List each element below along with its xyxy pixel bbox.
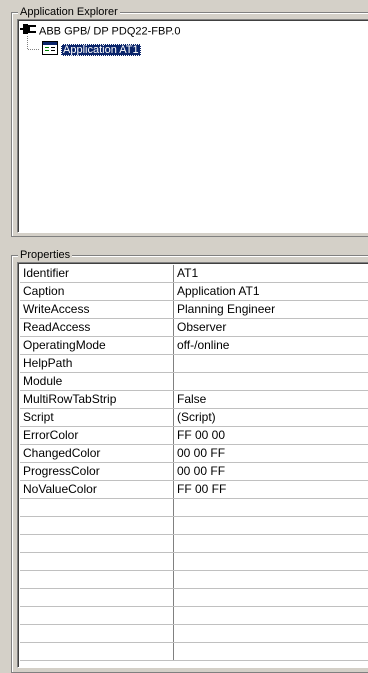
property-value[interactable]: (Script) [173,408,368,427]
property-name: Script [20,408,174,427]
property-value[interactable]: Application AT1 [173,282,368,301]
property-name [20,534,174,553]
property-value[interactable] [173,372,368,391]
property-value[interactable]: FF 00 FF [173,480,368,499]
property-name: ChangedColor [20,444,174,463]
plug-device-icon [20,23,36,40]
property-row[interactable]: ChangedColor 00 00 FF [20,444,368,463]
application-window-icon [42,41,58,60]
properties-table: Identifier AT1 Caption Application AT1 Write… [20,265,368,661]
property-name: ErrorColor [20,426,174,445]
property-name: NoValueColor [20,480,174,499]
properties-title: Properties [18,249,73,262]
property-value[interactable]: 00 00 FF [173,462,368,481]
property-name: Module [20,372,174,391]
property-row-empty[interactable] [20,624,368,643]
property-row[interactable]: HelpPath [20,354,368,373]
application-explorer-group: Application Explorer ABB GPB/ DP PDQ22-F… [11,6,368,237]
properties-grid[interactable]: Identifier AT1 Caption Application AT1 Write… [17,262,368,668]
property-row[interactable]: Script (Script) [20,408,368,427]
property-name [20,588,174,607]
properties-group: Properties Identifier AT1 Caption Applicati… [11,249,368,673]
property-row-empty[interactable] [20,606,368,625]
property-row[interactable]: Caption Application AT1 [20,282,368,301]
property-row[interactable]: ErrorColor FF 00 00 [20,426,368,445]
property-value[interactable]: False [173,390,368,409]
property-name: Caption [20,282,174,301]
property-row-empty[interactable] [20,642,368,661]
property-row[interactable]: WriteAccess Planning Engineer [20,300,368,319]
property-value[interactable] [173,642,368,661]
property-row[interactable]: OperatingMode off-/online [20,336,368,355]
property-row[interactable]: Identifier AT1 [20,265,368,283]
property-name [20,570,174,589]
tree-item-application-label: Application AT1 [61,44,141,57]
application-explorer-tree[interactable]: ABB GPB/ DP PDQ22-FBP.0 Application AT1 [17,19,368,233]
property-row-empty[interactable] [20,552,368,571]
property-name [20,498,174,517]
property-value[interactable]: 00 00 FF [173,444,368,463]
property-name [20,516,174,535]
property-value[interactable]: Observer [173,318,368,337]
property-row-empty[interactable] [20,570,368,589]
property-value[interactable]: AT1 [173,265,368,283]
property-name [20,552,174,571]
property-value[interactable] [173,516,368,535]
property-name [20,606,174,625]
property-row-empty[interactable] [20,534,368,553]
tree-connector-branch [28,49,39,50]
property-value[interactable] [173,624,368,643]
property-value[interactable] [173,354,368,373]
property-row[interactable]: MultiRowTabStrip False [20,390,368,409]
property-name [20,642,174,661]
property-value[interactable] [173,606,368,625]
properties-table-body: Identifier AT1 Caption Application AT1 Write… [20,265,368,661]
property-name: OperatingMode [20,336,174,355]
property-value[interactable]: off-/online [173,336,368,355]
property-name [20,624,174,643]
tree-item-root-label: ABB GPB/ DP PDQ22-FBP.0 [39,25,181,38]
tree-item-application-at1[interactable]: Application AT1 [42,41,141,57]
property-value[interactable] [173,534,368,553]
property-row-empty[interactable] [20,516,368,535]
property-name: HelpPath [20,354,174,373]
property-row[interactable]: NoValueColor FF 00 FF [20,480,368,499]
property-value[interactable] [173,588,368,607]
application-explorer-title: Application Explorer [18,6,120,19]
property-name: MultiRowTabStrip [20,390,174,409]
property-row-empty[interactable] [20,498,368,517]
property-value[interactable] [173,552,368,571]
property-row[interactable]: ReadAccess Observer [20,318,368,337]
property-name: ReadAccess [20,318,174,337]
property-name: ProgressColor [20,462,174,481]
tree-item-root-device[interactable]: ABB GPB/ DP PDQ22-FBP.0 [20,23,180,39]
property-value[interactable] [173,498,368,517]
property-row[interactable]: Module [20,372,368,391]
property-value[interactable] [173,570,368,589]
tree-connector-line [27,36,28,49]
property-name: WriteAccess [20,300,174,319]
property-value[interactable]: FF 00 00 [173,426,368,445]
property-name: Identifier [20,265,174,283]
property-value[interactable]: Planning Engineer [173,300,368,319]
property-row-empty[interactable] [20,588,368,607]
property-row[interactable]: ProgressColor 00 00 FF [20,462,368,481]
